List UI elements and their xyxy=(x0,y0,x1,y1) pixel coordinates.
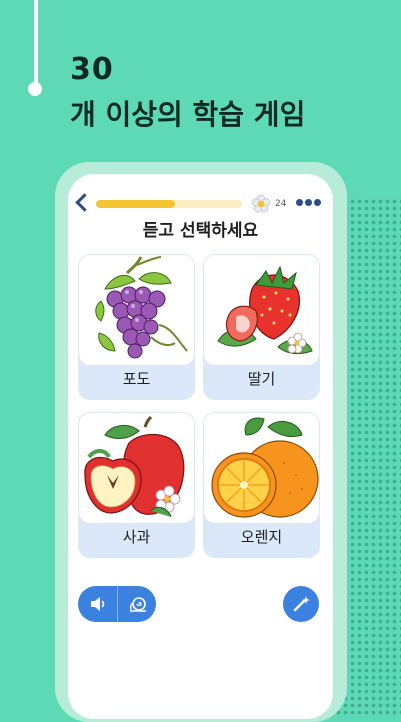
answer-card-apple[interactable]: 사과 xyxy=(78,412,195,558)
chevron-left-icon[interactable] xyxy=(75,193,94,212)
grapes-icon xyxy=(95,256,188,359)
flower-count: 24 xyxy=(275,199,287,209)
headline-number: 30 xyxy=(70,52,114,87)
progress-bar xyxy=(96,200,242,208)
headline: 30 개 이상의 학습 게임 xyxy=(70,52,305,132)
answer-card-grapes[interactable]: 포도 xyxy=(78,254,195,400)
phone-screen: 24 듣고 선택하세요 포도 딸기 사과 오렌지 xyxy=(68,174,333,719)
decorative-dot xyxy=(28,82,42,96)
headline-text: 개 이상의 학습 게임 xyxy=(70,98,306,131)
magic-wand-icon[interactable] xyxy=(283,586,319,622)
answer-label: 사과 xyxy=(122,528,151,546)
orange-icon xyxy=(211,417,319,518)
speaker-icon[interactable] xyxy=(78,586,117,622)
answer-card-strawberry[interactable]: 딸기 xyxy=(203,254,320,400)
snail-icon[interactable] xyxy=(118,586,156,622)
answer-label: 포도 xyxy=(122,370,151,388)
prompt-title: 듣고 선택하세요 xyxy=(142,221,259,241)
flower-icon xyxy=(251,194,271,213)
answer-label: 오렌지 xyxy=(240,528,283,546)
apple-icon xyxy=(84,415,185,518)
decorative-line xyxy=(34,0,38,86)
more-dots-icon[interactable] xyxy=(296,199,321,206)
progress-fill xyxy=(96,200,175,208)
strawberry-icon xyxy=(217,265,313,355)
audio-controls xyxy=(78,586,156,622)
answer-label: 딸기 xyxy=(247,370,276,388)
answer-card-orange[interactable]: 오렌지 xyxy=(203,412,320,558)
